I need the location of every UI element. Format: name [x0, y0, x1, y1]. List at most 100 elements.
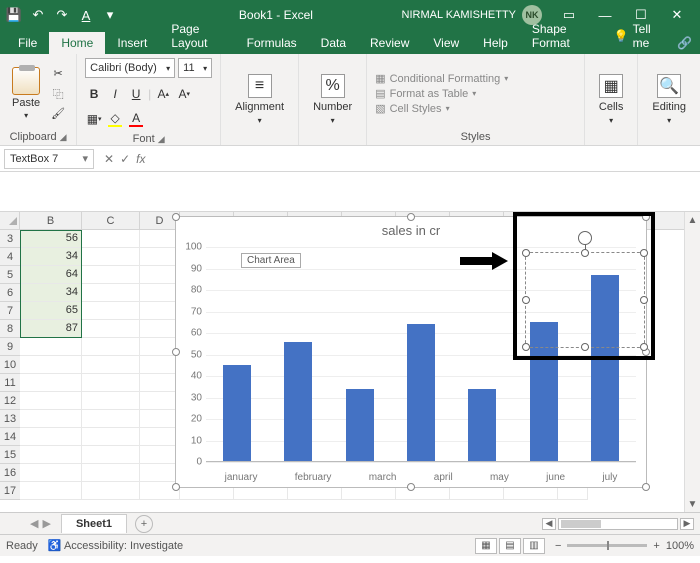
cell[interactable]: 65 — [20, 302, 82, 320]
scroll-right-icon[interactable]: ▶ — [680, 518, 694, 530]
row-header-14[interactable]: 14 — [0, 428, 20, 446]
format-painter-button[interactable]: 🖌 — [48, 105, 68, 123]
number-button[interactable]: %Number▾ — [307, 70, 358, 129]
alignment-button[interactable]: ≡Alignment▾ — [229, 70, 290, 129]
cell[interactable] — [20, 446, 82, 464]
tab-page-layout[interactable]: Page Layout — [159, 18, 234, 54]
cell[interactable] — [140, 392, 180, 410]
row-header-12[interactable]: 12 — [0, 392, 20, 410]
tab-view[interactable]: View — [421, 32, 471, 54]
underline-button[interactable]: U — [127, 85, 145, 103]
cell[interactable] — [82, 464, 140, 482]
sheet-tab[interactable]: Sheet1 — [61, 514, 127, 533]
tab-nav-next-icon[interactable]: ▶ — [42, 517, 50, 530]
cell[interactable] — [82, 482, 140, 500]
row-header-13[interactable]: 13 — [0, 410, 20, 428]
tab-shape-format[interactable]: Shape Format — [520, 18, 602, 54]
font-color-qat-icon[interactable]: A — [78, 7, 94, 23]
cell[interactable] — [82, 374, 140, 392]
cell[interactable] — [82, 320, 140, 338]
cancel-formula-icon[interactable]: ✕ — [104, 152, 114, 166]
col-header-C[interactable]: C — [82, 212, 140, 229]
cells-button[interactable]: ▦Cells▾ — [593, 70, 629, 129]
cell[interactable] — [140, 230, 180, 248]
cell[interactable] — [20, 428, 82, 446]
cell[interactable]: 56 — [20, 230, 82, 248]
cell[interactable] — [140, 464, 180, 482]
row-header-11[interactable]: 11 — [0, 374, 20, 392]
cell[interactable] — [20, 374, 82, 392]
undo-icon[interactable]: ↶ — [30, 7, 46, 23]
chart-bar[interactable] — [407, 324, 435, 462]
row-header-5[interactable]: 5 — [0, 266, 20, 284]
cell[interactable] — [140, 266, 180, 284]
cell[interactable] — [82, 230, 140, 248]
cell-styles-button[interactable]: ▧Cell Styles ▾ — [375, 102, 508, 115]
bold-button[interactable]: B — [85, 85, 103, 103]
formula-input[interactable] — [151, 149, 700, 169]
worksheet[interactable]: BCDEFGHIJKL 34567891011121314151617 5634… — [0, 212, 700, 512]
chart-bar[interactable] — [346, 389, 374, 462]
cell[interactable] — [82, 356, 140, 374]
redo-icon[interactable]: ↷ — [54, 7, 70, 23]
col-header-B[interactable]: B — [20, 212, 82, 229]
cell[interactable] — [140, 446, 180, 464]
tab-data[interactable]: Data — [309, 32, 358, 54]
select-all-corner[interactable] — [0, 212, 20, 230]
font-size-combo[interactable]: 11▾ — [178, 58, 212, 78]
chart-bar[interactable] — [284, 342, 312, 462]
page-layout-view-button[interactable]: ▤ — [499, 538, 521, 554]
cell[interactable] — [82, 302, 140, 320]
cell[interactable] — [82, 248, 140, 266]
zoom-level[interactable]: 100% — [666, 540, 694, 552]
vertical-scrollbar[interactable]: ▲ ▼ — [684, 212, 700, 512]
cell[interactable] — [140, 320, 180, 338]
fill-color-button[interactable]: ◇ — [106, 110, 124, 128]
font-family-combo[interactable]: Calibri (Body)▾ — [85, 58, 175, 78]
name-box[interactable]: TextBox 7▾ — [4, 149, 94, 169]
tab-help[interactable]: Help — [471, 32, 520, 54]
cell[interactable] — [82, 428, 140, 446]
cell[interactable] — [20, 392, 82, 410]
chart-bar[interactable] — [223, 365, 251, 462]
cell[interactable] — [140, 248, 180, 266]
cell[interactable] — [20, 356, 82, 374]
qat-dropdown-icon[interactable]: ▾ — [102, 7, 118, 23]
cell[interactable] — [82, 266, 140, 284]
page-break-view-button[interactable]: ▥ — [523, 538, 545, 554]
row-header-8[interactable]: 8 — [0, 320, 20, 338]
chart-bar[interactable] — [468, 389, 496, 462]
zoom-control[interactable]: − + 100% — [555, 540, 694, 552]
cell[interactable] — [82, 410, 140, 428]
cell[interactable] — [140, 410, 180, 428]
zoom-out-button[interactable]: − — [555, 540, 561, 552]
row-header-17[interactable]: 17 — [0, 482, 20, 500]
borders-button[interactable]: ▦▾ — [85, 110, 103, 128]
row-header-10[interactable]: 10 — [0, 356, 20, 374]
cut-button[interactable]: ✂ — [48, 65, 68, 83]
tab-nav-prev-icon[interactable]: ◀ — [30, 517, 38, 530]
cell[interactable]: 34 — [20, 284, 82, 302]
zoom-in-button[interactable]: + — [653, 540, 659, 552]
cell[interactable]: 87 — [20, 320, 82, 338]
copy-button[interactable]: ⿻ — [48, 85, 68, 103]
scroll-left-icon[interactable]: ◀ — [542, 518, 556, 530]
row-header-4[interactable]: 4 — [0, 248, 20, 266]
row-headers[interactable]: 34567891011121314151617 — [0, 230, 20, 512]
cell[interactable] — [140, 428, 180, 446]
fx-icon[interactable]: fx — [136, 152, 145, 166]
row-header-16[interactable]: 16 — [0, 464, 20, 482]
cell[interactable] — [20, 338, 82, 356]
font-launcher[interactable]: ◢ — [158, 134, 165, 145]
cell[interactable] — [82, 446, 140, 464]
cell[interactable]: 64 — [20, 266, 82, 284]
save-icon[interactable]: 💾 — [6, 7, 22, 23]
normal-view-button[interactable]: ▦ — [475, 538, 497, 554]
horizontal-scrollbar[interactable]: ◀ ▶ — [542, 518, 700, 530]
tell-me[interactable]: 💡Tell me — [602, 18, 669, 54]
add-sheet-button[interactable]: + — [135, 515, 153, 533]
format-as-table-button[interactable]: ▤Format as Table ▾ — [375, 87, 508, 100]
row-header-6[interactable]: 6 — [0, 284, 20, 302]
enter-formula-icon[interactable]: ✓ — [120, 152, 130, 166]
tab-home[interactable]: Home — [49, 32, 105, 54]
